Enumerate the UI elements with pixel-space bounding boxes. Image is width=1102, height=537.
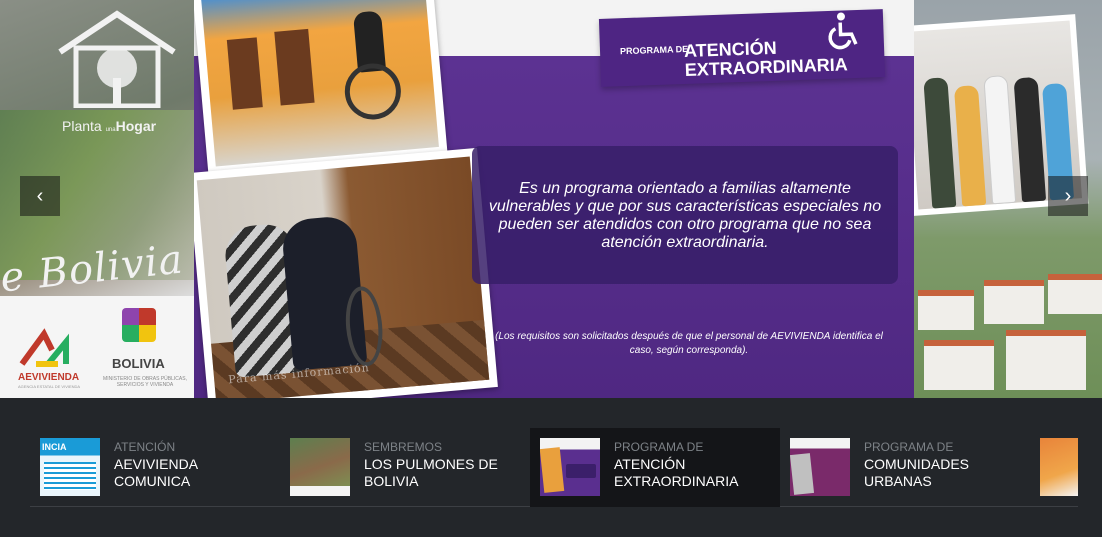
aevivienda-logo-icon bbox=[19, 328, 69, 367]
program-description: Es un programa orientado a familias alta… bbox=[488, 180, 882, 251]
thumbnail-category: ATENCIÓN bbox=[114, 440, 176, 454]
wheelchair-photo bbox=[194, 0, 448, 176]
logos-strip: AEVIVIENDA AGENCIA ESTATAL DE VIVIENDA B… bbox=[0, 296, 194, 398]
thumbnail-image bbox=[790, 438, 850, 496]
next-slide-button[interactable]: › bbox=[1048, 176, 1088, 216]
thumbnail-image bbox=[290, 438, 350, 496]
thumbnail-category: PROGRAMA DE bbox=[864, 440, 954, 454]
previous-slide-button[interactable]: ‹ bbox=[20, 176, 60, 216]
thumbnail-category: PROGRAMA DE bbox=[614, 440, 704, 454]
family-photo: Para más información bbox=[194, 147, 498, 398]
bolivia-label: BOLIVIA bbox=[112, 356, 165, 371]
thumbnail-title: COMUNIDADES URBANAS bbox=[864, 456, 970, 489]
thumbnail-image bbox=[540, 438, 600, 496]
description-box: Es un programa orientado a familias alta… bbox=[472, 146, 898, 284]
thumbnail-item[interactable]: SEMBREMOS LOS PULMONES DE BOLIVIA bbox=[280, 428, 530, 507]
wheelchair-icon bbox=[342, 61, 404, 122]
thumbnail-item[interactable]: INCIA ATENCIÓN AEVIVIENDA COMUNICA bbox=[30, 428, 280, 507]
image-slider: Planta unaHogar e Bolivia AEVIVIENDA AGE… bbox=[0, 0, 1102, 398]
thumbnail-item-active[interactable]: PROGRAMA DE ATENCIÓN EXTRAORDINARIA bbox=[530, 428, 780, 507]
aevivienda-label: AEVIVIENDA bbox=[18, 372, 80, 383]
housing-complex-photo bbox=[914, 260, 1102, 398]
requirements-note: (Los requisitos son solicitados después … bbox=[495, 331, 883, 356]
thumbnail-category: SEMBREMOS bbox=[364, 440, 443, 454]
planta-hogar-brand: Planta unaHogar bbox=[62, 118, 157, 134]
banner-pre-label: PROGRAMA DE bbox=[619, 43, 689, 57]
ministry-label: MINISTERIO DE OBRAS PÚBLICAS, SERVICIOS … bbox=[103, 376, 187, 388]
thumbnail-title: AEVIVIENDA COMUNICA bbox=[114, 456, 198, 489]
program-banner: PROGRAMA DE ATENCIÓN EXTRAORDINARIA bbox=[598, 9, 886, 87]
thumbnail-item[interactable]: PROGRAMA DE COMUNIDADES URBANAS bbox=[780, 428, 1030, 507]
thumbnail-image: INCIA bbox=[40, 438, 100, 496]
slider-thumbnail-nav: INCIA ATENCIÓN AEVIVIENDA COMUNICA SEMBR… bbox=[30, 428, 1078, 507]
bolivia-shield-icon bbox=[122, 308, 156, 342]
thumbnail-item[interactable] bbox=[1030, 428, 1078, 507]
current-slide[interactable]: Para más información PROGRAMA DE ATENCIÓ… bbox=[194, 0, 914, 398]
thumbnail-title: LOS PULMONES DE BOLIVIA bbox=[364, 456, 498, 489]
thumbnail-title: ATENCIÓN EXTRAORDINARIA bbox=[614, 456, 739, 489]
thumbnail-image bbox=[1040, 438, 1078, 496]
house-tree-logo-icon bbox=[58, 10, 176, 108]
aevivienda-sub-label: AGENCIA ESTATAL DE VIVIENDA bbox=[18, 384, 81, 389]
wheelchair-accessibility-icon bbox=[828, 12, 858, 50]
